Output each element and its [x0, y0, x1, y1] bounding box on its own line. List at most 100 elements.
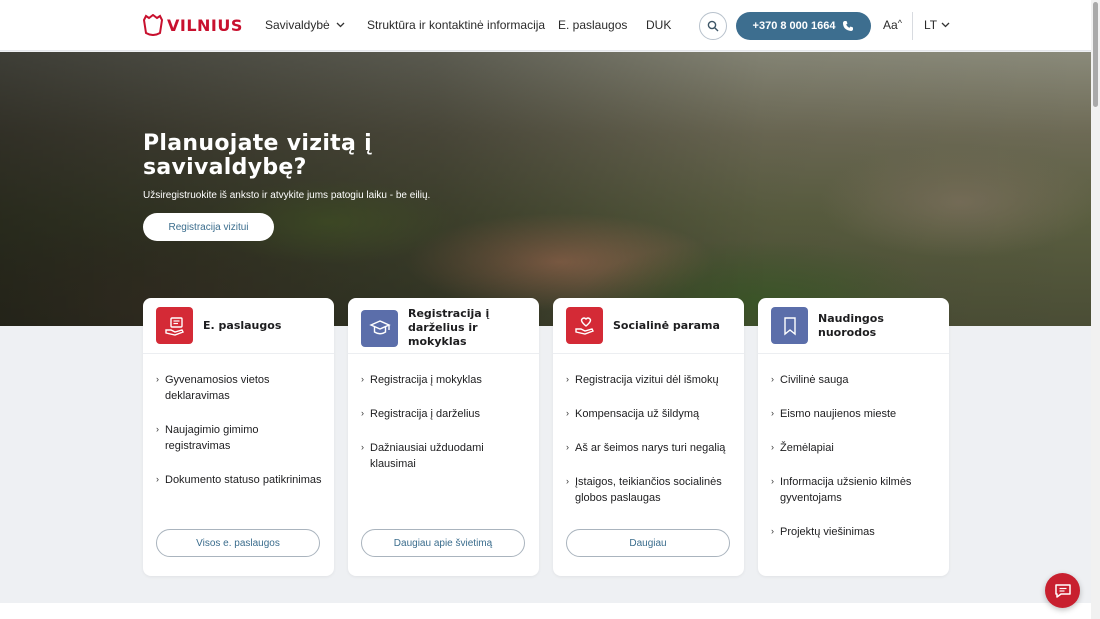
- card-naudingos-nuorodos: Naudingos nuorodos › Civilinė sauga › Eism…: [758, 298, 949, 576]
- hand-heart-icon: [566, 307, 603, 344]
- card-link[interactable]: › Registracija į mokyklas: [361, 372, 531, 388]
- all-e-services-button[interactable]: Visos e. paslaugos: [156, 529, 320, 557]
- more-button[interactable]: Daugiau: [566, 529, 730, 557]
- footer-strip: [0, 603, 1091, 619]
- logo-text: VILNIUS: [167, 15, 243, 35]
- card-link-label: Eismo naujienos mieste: [780, 408, 897, 420]
- card-title: E. paslaugos: [203, 318, 282, 332]
- card-link[interactable]: › Kompensacija už šildymą: [566, 406, 736, 422]
- chevron-right-icon: ›: [361, 442, 364, 452]
- nav-savivaldybe[interactable]: Savivaldybė: [265, 18, 345, 32]
- card-socialine-parama: Socialinė parama › Registracija vizitui d…: [553, 298, 744, 576]
- chat-icon: [1054, 583, 1071, 598]
- card-header: Socialinė parama: [566, 307, 720, 344]
- card-link[interactable]: › Dažniausiai užduodami klausimai: [361, 440, 531, 472]
- font-size-label: Aa: [883, 18, 898, 32]
- card-title: Socialinė parama: [613, 318, 720, 332]
- card-e-paslaugos: E. paslaugos › Gyvenamosios vietos deklar…: [143, 298, 334, 576]
- card-link[interactable]: › Civilinė sauga: [771, 372, 941, 388]
- chevron-right-icon: ›: [566, 374, 569, 384]
- chevron-right-icon: ›: [771, 408, 774, 418]
- chat-button[interactable]: [1045, 573, 1080, 608]
- chevron-right-icon: ›: [566, 408, 569, 418]
- hero-overlay: [0, 52, 1091, 326]
- chevron-down-icon: [336, 22, 345, 28]
- card-divider: [758, 353, 949, 354]
- card-link-label: Dažniausiai užduodami klausimai: [370, 442, 484, 470]
- card-link-label: Įstaigos, teikiančios socialinės globos …: [575, 476, 722, 504]
- card-divider: [348, 353, 539, 354]
- card-link-label: Aš ar šeimos narys turi negalią: [575, 442, 726, 454]
- phone-icon: [843, 21, 854, 31]
- card-divider: [553, 353, 744, 354]
- hero-title: Planuojate vizitą į savivaldybę?: [143, 131, 372, 180]
- card-link[interactable]: › Naujagimio gimimo registravimas: [156, 422, 326, 454]
- card-link-label: Projektų viešinimas: [780, 526, 875, 538]
- card-header: Naudingos nuorodos: [771, 307, 898, 344]
- chevron-right-icon: ›: [771, 374, 774, 384]
- graduation-cap-icon: [361, 309, 398, 347]
- chevron-right-icon: ›: [156, 374, 159, 384]
- card-link[interactable]: › Projektų viešinimas: [771, 524, 941, 540]
- header-divider: [912, 12, 913, 40]
- card-divider: [143, 353, 334, 354]
- chevron-right-icon: ›: [156, 474, 159, 484]
- card-title: Registracija į darželius ir mokyklas: [408, 307, 490, 348]
- card-link[interactable]: › Eismo naujienos mieste: [771, 406, 941, 422]
- nav-duk[interactable]: DUK: [646, 18, 671, 32]
- chevron-right-icon: ›: [566, 476, 569, 486]
- chevron-right-icon: ›: [361, 374, 364, 384]
- vilnius-shield-icon: [143, 14, 163, 36]
- card-link-label: Dokumento statuso patikrinimas: [165, 474, 322, 486]
- card-link[interactable]: › Gyvenamosios vietos deklaravimas: [156, 372, 326, 404]
- card-link-label: Žemėlapiai: [780, 442, 834, 454]
- more-about-education-button[interactable]: Daugiau apie švietimą: [361, 529, 525, 557]
- card-link-label: Gyvenamosios vietos deklaravimas: [165, 374, 270, 402]
- chevron-right-icon: ›: [771, 442, 774, 452]
- card-registracija: Registracija į darželius ir mokyklas › Re…: [348, 298, 539, 576]
- language-selector[interactable]: LT: [924, 18, 950, 32]
- search-icon: [707, 20, 719, 32]
- card-link-label: Kompensacija už šildymą: [575, 408, 700, 420]
- card-link[interactable]: › Žemėlapiai: [771, 440, 941, 456]
- card-header: Registracija į darželius ir mokyklas: [361, 307, 518, 349]
- card-link[interactable]: › Registracija vizitui dėl išmokų: [566, 372, 736, 388]
- site-header: VILNIUS Savivaldybė Struktūra ir kontakt…: [0, 0, 1091, 51]
- chevron-right-icon: ›: [361, 408, 364, 418]
- card-title: Naudingos nuorodos: [818, 311, 884, 339]
- card-link[interactable]: › Aš ar šeimos narys turi negalią: [566, 440, 736, 456]
- nav-e-paslaugos-label: E. paslaugos: [558, 18, 628, 32]
- card-link-label: Registracija vizitui dėl išmokų: [575, 374, 719, 386]
- nav-struktura-label: Struktūra ir kontaktinė informacija: [367, 18, 546, 32]
- vilnius-logo[interactable]: VILNIUS: [143, 14, 243, 36]
- card-link-label: Civilinė sauga: [780, 374, 849, 386]
- phone-button[interactable]: +370 8 000 1664: [736, 12, 871, 40]
- caret-up-icon: ^: [897, 18, 902, 28]
- card-link[interactable]: › Įstaigos, teikiančios socialinės globos…: [566, 474, 736, 506]
- hero-banner: Planuojate vizitą į savivaldybę? Užsireg…: [0, 52, 1091, 326]
- chevron-right-icon: ›: [771, 476, 774, 486]
- chevron-right-icon: ›: [771, 526, 774, 536]
- chevron-down-icon: [941, 22, 950, 28]
- card-link[interactable]: › Informacija užsienio kilmės gyventojams: [771, 474, 941, 506]
- nav-struktura[interactable]: Struktūra ir kontaktinė informacija: [367, 18, 545, 32]
- card-header: E. paslaugos: [156, 307, 281, 344]
- nav-e-paslaugos[interactable]: E. paslaugos: [558, 18, 627, 32]
- chevron-right-icon: ›: [566, 442, 569, 452]
- visit-registration-button[interactable]: Registracija vizitui: [143, 213, 274, 241]
- card-link-label: Informacija užsienio kilmės gyventojams: [780, 476, 912, 504]
- card-link[interactable]: › Dokumento statuso patikrinimas: [156, 472, 326, 488]
- nav-savivaldybe-label: Savivaldybė: [265, 18, 330, 32]
- language-label: LT: [924, 18, 938, 32]
- phone-number: +370 8 000 1664: [752, 20, 836, 32]
- card-link-label: Naujagimio gimimo registravimas: [165, 424, 259, 452]
- card-link[interactable]: › Registracija į darželius: [361, 406, 531, 422]
- scrollbar-thumb[interactable]: [1093, 2, 1098, 107]
- search-button[interactable]: [699, 12, 727, 40]
- font-size-toggle[interactable]: Aa^: [883, 18, 902, 32]
- bookmark-icon: [771, 307, 808, 344]
- card-link-label: Registracija į darželius: [370, 408, 481, 420]
- hand-document-icon: [156, 307, 193, 344]
- hero-subtitle: Užsiregistruokite iš anksto ir atvykite …: [143, 190, 431, 201]
- card-link-label: Registracija į mokyklas: [370, 374, 482, 386]
